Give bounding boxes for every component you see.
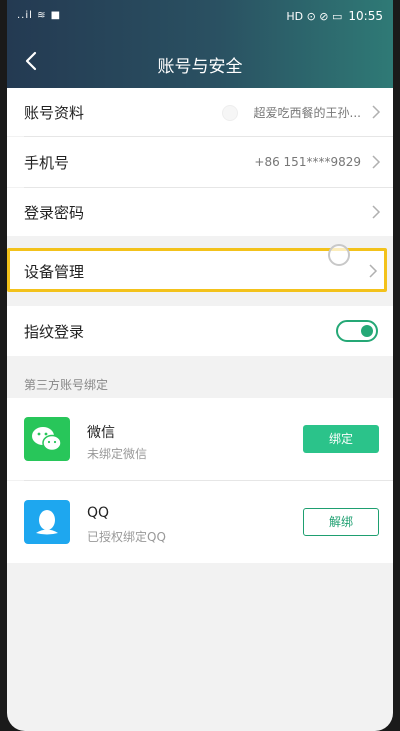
page-title: 账号与安全	[157, 57, 243, 77]
account-profile-row[interactable]: 账号资料 超爱吃西餐的王孙...	[7, 88, 393, 136]
status-icons: HD ⊙ ⊘ ▭	[286, 9, 343, 23]
qq-row: QQ 已授权绑定QQ 解绑	[7, 481, 393, 563]
chevron-right-icon	[372, 105, 381, 119]
fingerprint-toggle[interactable]	[336, 320, 378, 342]
toggle-knob	[361, 325, 373, 337]
wechat-icon	[24, 417, 70, 461]
chevron-right-icon	[372, 155, 381, 169]
phone-number-label: 手机号	[24, 153, 70, 172]
account-profile-label: 账号资料	[24, 103, 85, 122]
status-time: 10:55	[348, 9, 383, 23]
wechat-status: 未绑定微信	[87, 447, 148, 461]
qq-name: QQ	[87, 505, 110, 521]
chevron-right-icon	[369, 264, 378, 278]
account-nickname: 超爱吃西餐的王孙...	[253, 105, 361, 120]
wechat-bind-button[interactable]: 绑定	[303, 425, 379, 453]
wechat-row: 微信 未绑定微信 绑定	[7, 398, 393, 480]
login-password-label: 登录密码	[24, 203, 85, 222]
app-header: ..il ≋ ■ HD ⊙ ⊘ ▭ 10:55 账号与安全	[7, 0, 393, 88]
status-bar: ..il ≋ ■ HD ⊙ ⊘ ▭ 10:55	[7, 0, 393, 34]
qq-status: 已授权绑定QQ	[87, 530, 166, 544]
signal-wifi-status: ..il ≋ ■	[17, 10, 62, 21]
phone-screen: ..il ≋ ■ HD ⊙ ⊘ ▭ 10:55 账号与安全 账号资料 超爱吃西餐…	[7, 0, 393, 731]
qq-penguin-icon	[24, 500, 70, 544]
fingerprint-login-label: 指纹登录	[24, 322, 85, 341]
wechat-name: 微信	[87, 425, 115, 441]
login-password-row[interactable]: 登录密码	[7, 188, 393, 236]
touch-indicator	[328, 244, 350, 266]
third-party-section-title: 第三方账号绑定	[24, 378, 109, 392]
phone-number-value: +86 151****9829	[254, 155, 361, 169]
qq-unbind-button[interactable]: 解绑	[303, 508, 379, 536]
phone-number-row[interactable]: 手机号 +86 151****9829	[7, 137, 393, 187]
chevron-right-icon	[372, 205, 381, 219]
device-management-label: 设备管理	[24, 263, 85, 281]
avatar	[222, 105, 238, 121]
status-right: HD ⊙ ⊘ ▭ 10:55	[286, 9, 383, 23]
